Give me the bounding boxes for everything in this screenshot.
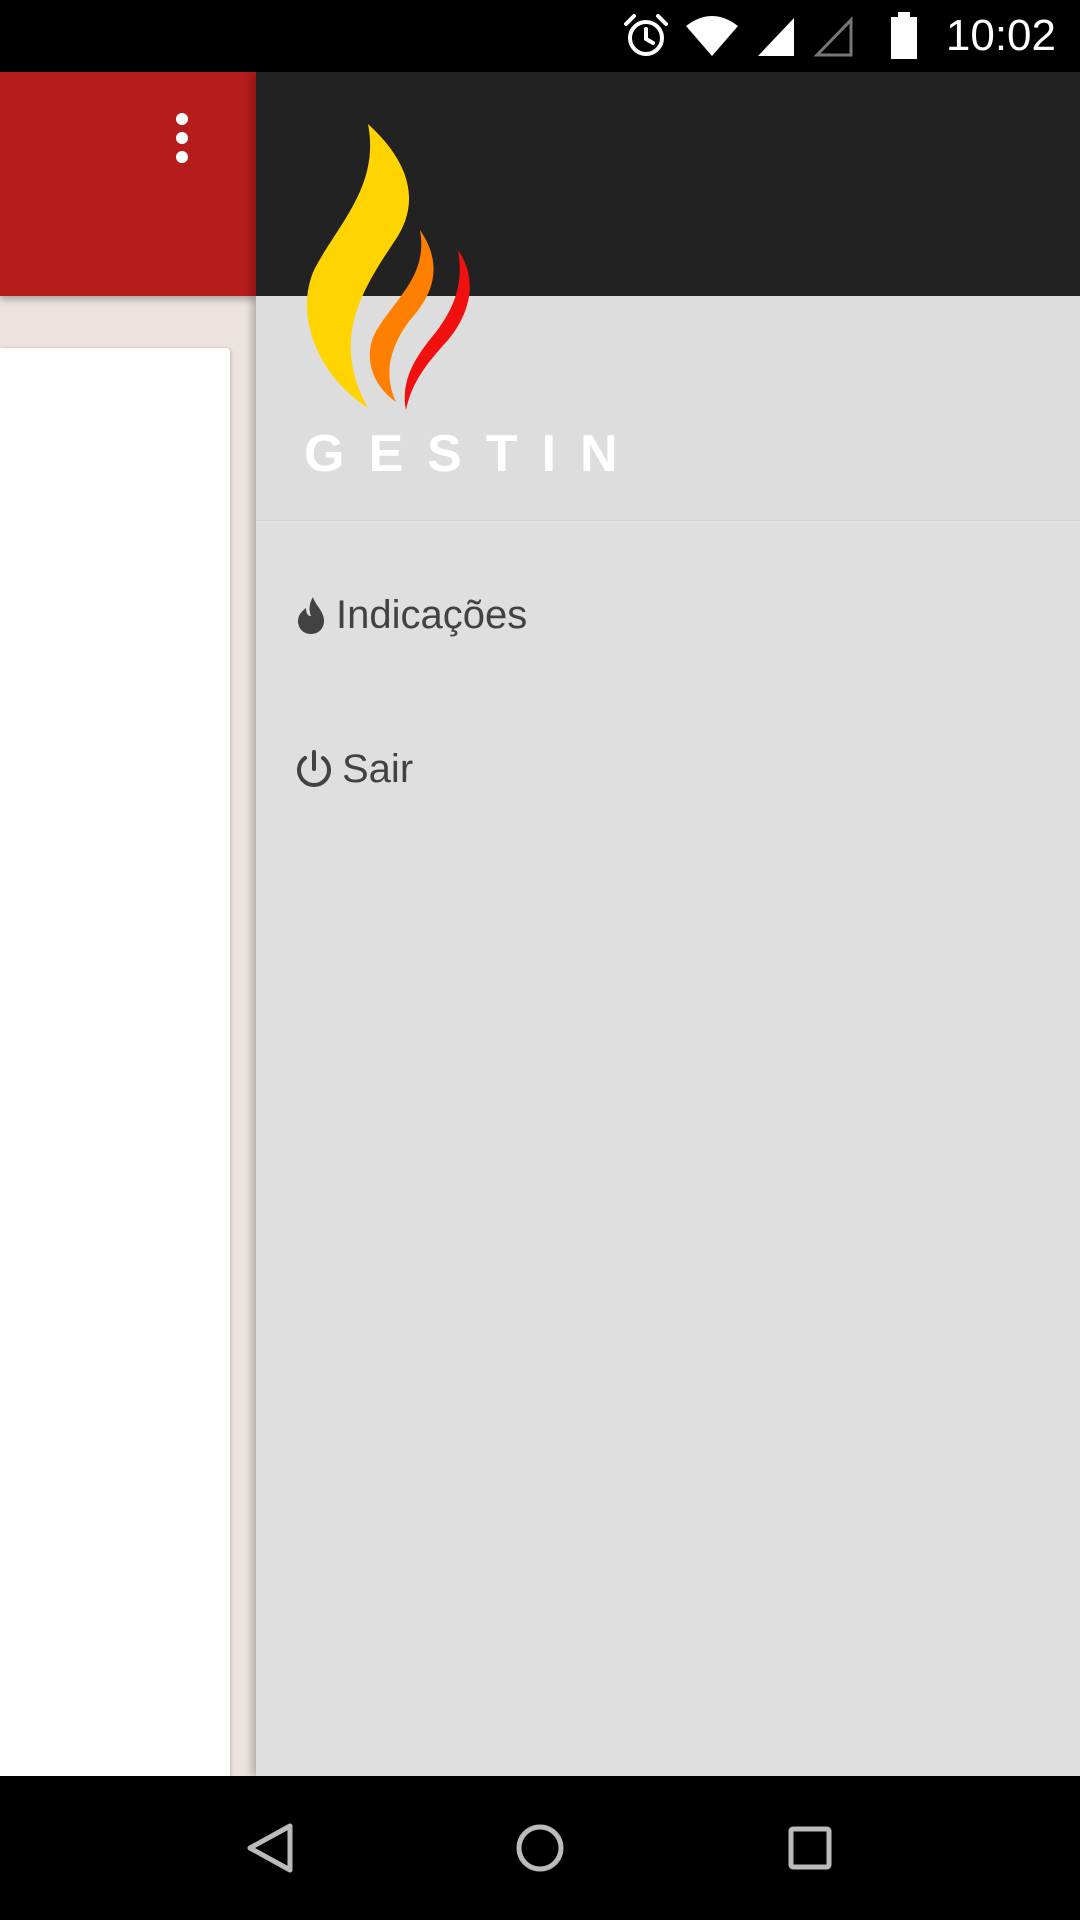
system-nav-bar (0, 1776, 1080, 1920)
main-content (0, 72, 256, 1776)
alarm-icon (624, 14, 668, 56)
back-icon[interactable] (238, 1816, 302, 1880)
power-icon (297, 750, 331, 787)
menu-item-indicacoes[interactable]: Indicações (256, 560, 1080, 670)
cell-signal-empty-icon (813, 16, 853, 57)
home-icon[interactable] (508, 1816, 572, 1880)
more-vert-icon[interactable] (162, 108, 202, 178)
logo-text: GESTIN (304, 425, 642, 483)
status-time: 10:02 (945, 11, 1056, 60)
cell-signal-icon (758, 18, 794, 56)
navigation-drawer: GESTIN Indicações Sair (256, 72, 1080, 1776)
flame-icon (298, 597, 324, 634)
status-bar: 10:02 (0, 0, 1080, 72)
battery-icon (891, 12, 917, 59)
menu-item-label: Sair (342, 747, 414, 791)
menu-item-sair[interactable]: Sair (256, 714, 1080, 824)
app-toolbar (0, 72, 256, 296)
content-card (0, 348, 230, 1776)
recents-icon[interactable] (778, 1816, 842, 1880)
menu-item-label: Indicações (336, 593, 528, 637)
wifi-icon (686, 16, 738, 56)
